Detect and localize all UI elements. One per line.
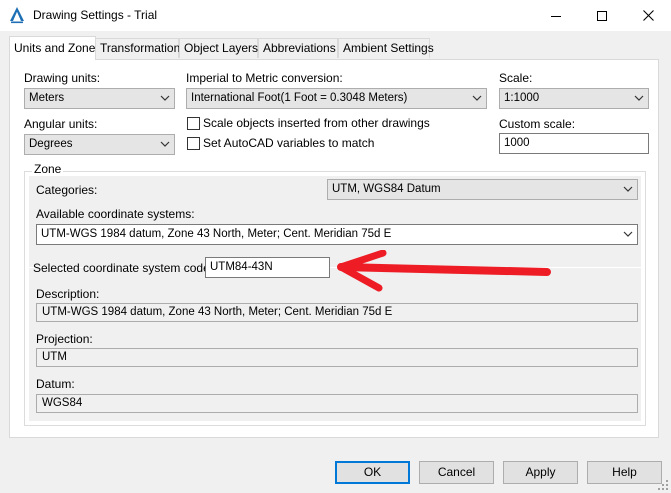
drawing-units-dropdown[interactable]: Meters: [24, 88, 175, 109]
projection-field: UTM: [36, 348, 638, 367]
close-icon: [642, 10, 654, 21]
close-button[interactable]: [625, 0, 671, 31]
categories-label: Categories:: [36, 183, 98, 197]
zone-group-title: Zone: [32, 162, 64, 176]
conversion-label: Imperial to Metric conversion:: [186, 71, 343, 85]
drawing-units-label: Drawing units:: [24, 71, 101, 85]
datum-field: WGS84: [36, 394, 638, 413]
datum-value: WGS84: [42, 397, 83, 409]
custom-scale-value: 1000: [504, 137, 530, 149]
selected-code-label: Selected coordinate system code:: [33, 261, 214, 275]
apply-button[interactable]: Apply: [503, 461, 578, 484]
available-coordinate-systems-dropdown[interactable]: UTM-WGS 1984 datum, Zone 43 North, Meter…: [36, 224, 638, 245]
tab-transformation[interactable]: Transformation: [95, 38, 180, 58]
scale-objects-checkbox[interactable]: [187, 117, 200, 130]
set-autocad-variables-checkbox[interactable]: [187, 137, 200, 150]
description-label: Description:: [36, 287, 100, 301]
angular-units-label: Angular units:: [24, 117, 98, 131]
chevron-down-icon: [623, 186, 633, 192]
chevron-down-icon: [160, 141, 170, 147]
scale-objects-label: Scale objects inserted from other drawin…: [203, 116, 430, 130]
projection-value: UTM: [42, 351, 67, 363]
minimize-button[interactable]: [533, 0, 579, 31]
window-title: Drawing Settings - Trial: [33, 8, 158, 22]
projection-label: Projection:: [36, 332, 93, 346]
tab-abbreviations[interactable]: Abbreviations: [258, 38, 338, 58]
chevron-down-icon: [160, 95, 170, 101]
maximize-button[interactable]: [579, 0, 625, 31]
selected-code-value: UTM84-43N: [210, 261, 273, 273]
cancel-button[interactable]: Cancel: [419, 461, 494, 484]
chevron-down-icon: [623, 231, 633, 237]
selected-code-input[interactable]: UTM84-43N: [205, 257, 330, 278]
set-autocad-variables-label: Set AutoCAD variables to match: [203, 136, 375, 150]
tab-object-layers[interactable]: Object Layers: [179, 38, 258, 58]
chevron-down-icon: [634, 95, 644, 101]
red-annotation-arrow-icon: [337, 250, 551, 292]
ok-button[interactable]: OK: [335, 461, 410, 484]
scale-dropdown[interactable]: 1:1000: [499, 88, 649, 109]
custom-scale-label: Custom scale:: [499, 117, 576, 131]
available-coordinate-systems-value: UTM-WGS 1984 datum, Zone 43 North, Meter…: [41, 228, 392, 240]
scale-value: 1:1000: [504, 92, 540, 104]
chevron-down-icon: [472, 95, 482, 101]
available-coordinate-systems-label: Available coordinate systems:: [36, 207, 195, 221]
description-field: UTM-WGS 1984 datum, Zone 43 North, Meter…: [36, 303, 638, 322]
conversion-dropdown[interactable]: International Foot(1 Foot = 0.3048 Meter…: [186, 88, 487, 109]
custom-scale-input[interactable]: 1000: [499, 133, 649, 154]
resize-grip-icon[interactable]: [657, 479, 669, 491]
drawing-units-value: Meters: [29, 92, 65, 104]
conversion-value: International Foot(1 Foot = 0.3048 Meter…: [191, 92, 408, 104]
categories-value: UTM, WGS84 Datum: [332, 183, 441, 195]
angular-units-value: Degrees: [29, 138, 73, 150]
scale-label: Scale:: [499, 71, 533, 85]
categories-dropdown[interactable]: UTM, WGS84 Datum: [327, 179, 638, 200]
datum-label: Datum:: [36, 377, 75, 391]
title-bar[interactable]: Drawing Settings - Trial: [0, 0, 671, 31]
angular-units-dropdown[interactable]: Degrees: [24, 134, 175, 155]
description-value: UTM-WGS 1984 datum, Zone 43 North, Meter…: [42, 306, 393, 318]
autocad-map-logo-icon: [10, 7, 24, 24]
help-button[interactable]: Help: [587, 461, 662, 484]
drawing-settings-dialog: Drawing Settings - Trial Units and Zone …: [0, 0, 671, 493]
maximize-icon: [597, 10, 607, 21]
minimize-icon: [551, 15, 561, 17]
tab-units-and-zone[interactable]: Units and Zone: [9, 36, 96, 60]
tab-ambient-settings[interactable]: Ambient Settings: [338, 38, 434, 58]
